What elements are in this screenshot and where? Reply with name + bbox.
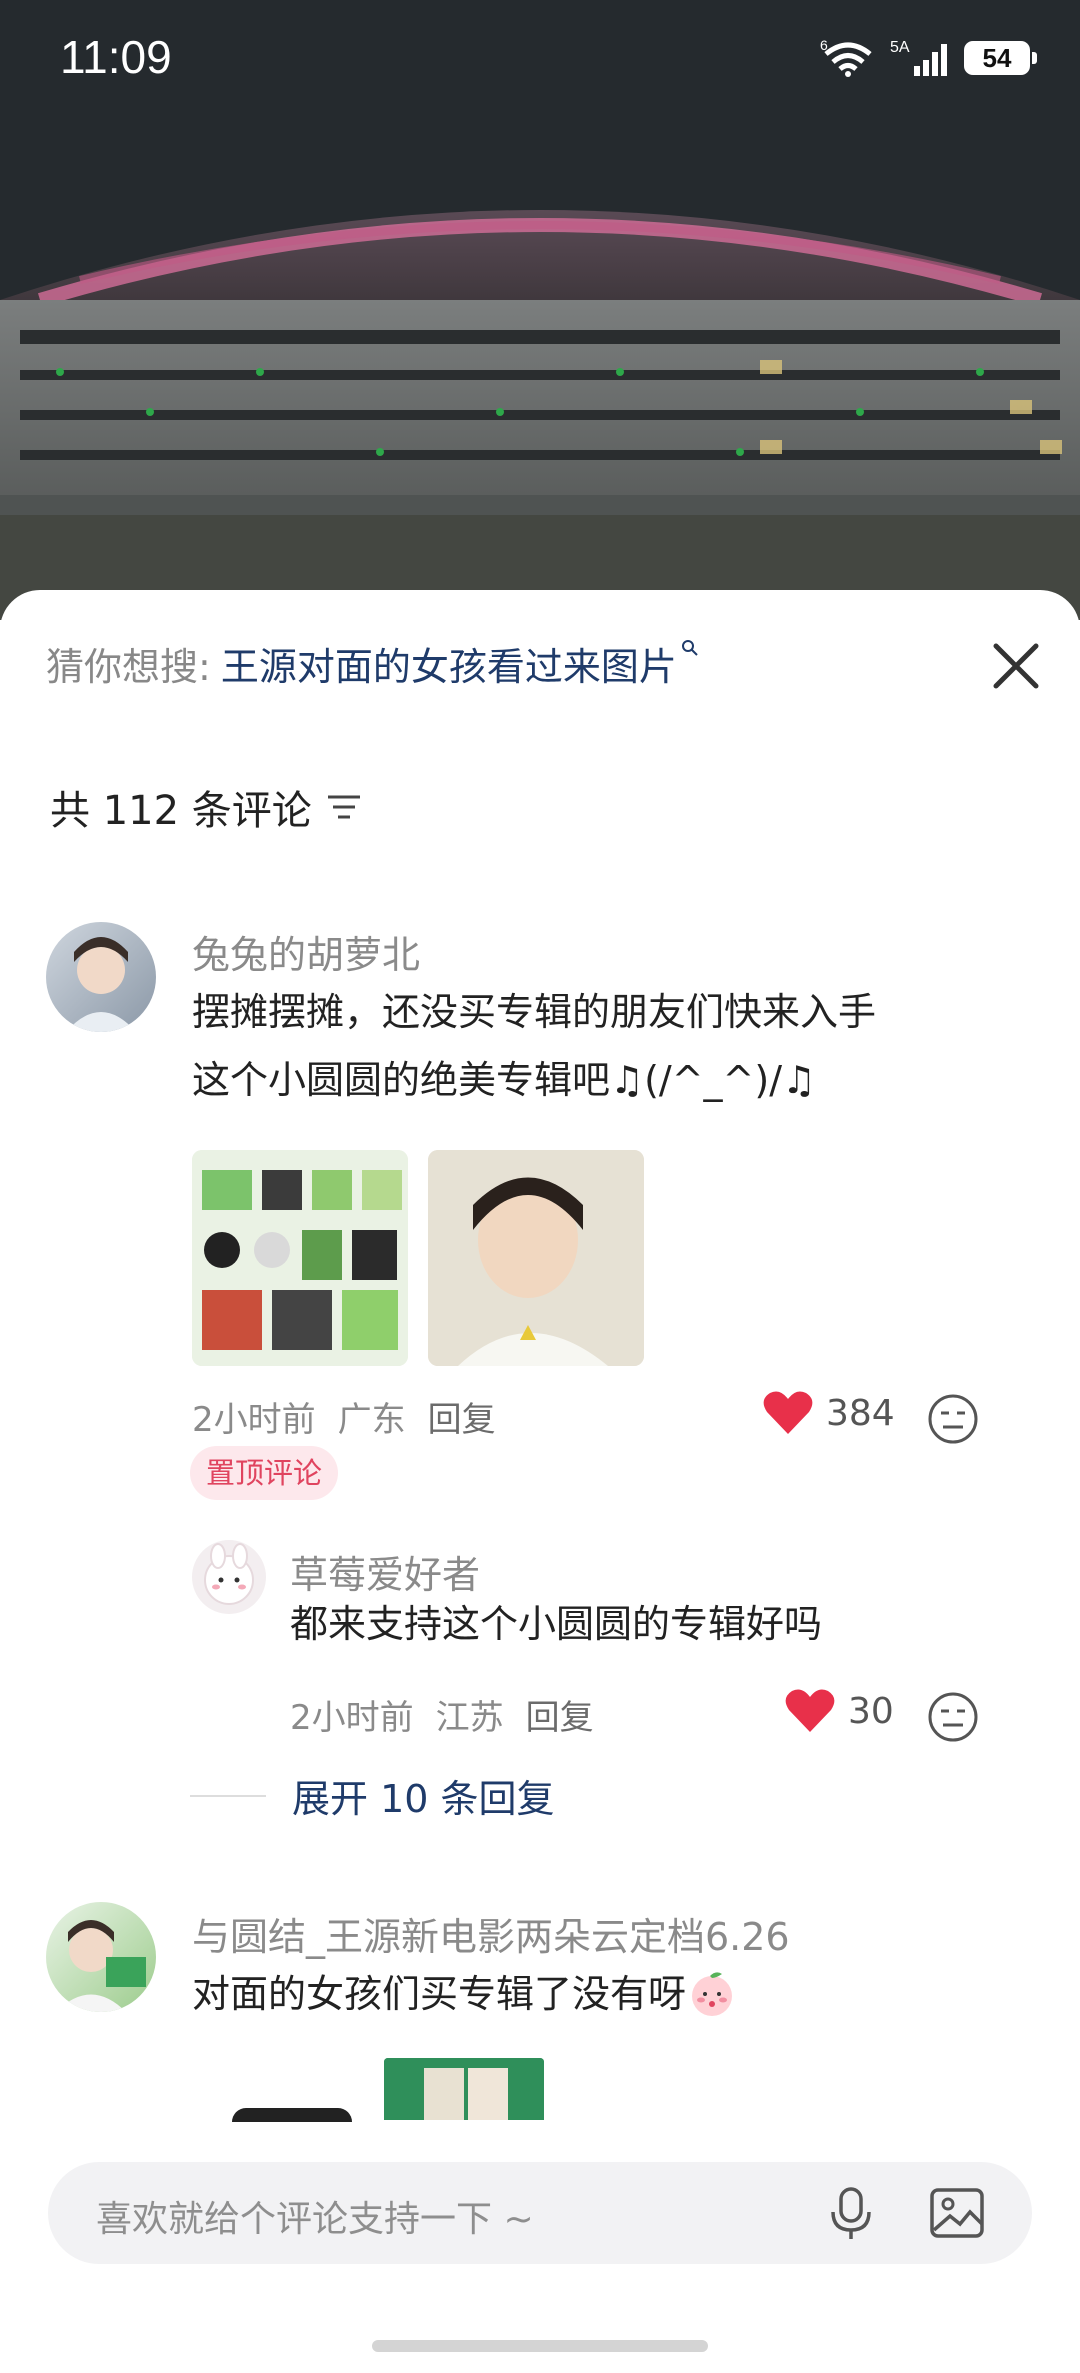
microphone-icon[interactable] xyxy=(822,2184,880,2242)
reply-text: 都来支持这个小圆圆的专辑好吗 xyxy=(290,1602,823,1646)
reply-time: 2小时前 xyxy=(290,1698,414,1738)
user-avatar-image xyxy=(56,1920,146,2012)
reply-region: 江苏 xyxy=(435,1698,504,1738)
home-indicator[interactable] xyxy=(372,2340,708,2352)
comment-text-row: 对面的女孩们买专辑了没有呀 xyxy=(192,1960,738,2028)
expand-replies-label[interactable]: 展开 10 条回复 xyxy=(292,1768,555,1823)
heart-icon xyxy=(763,1391,813,1434)
reply-meta: 2小时前 江苏 回复 xyxy=(290,1690,594,1739)
close-icon[interactable] xyxy=(986,636,1046,696)
dislike-face-icon[interactable] xyxy=(926,1690,980,1744)
avatar[interactable] xyxy=(46,922,156,1032)
status-time: 11:09 xyxy=(60,31,172,83)
like-count: 384 xyxy=(826,1392,895,1434)
sort-icon[interactable] xyxy=(326,792,362,822)
comment-image-photo[interactable] xyxy=(428,1150,644,1366)
wifi-icon: 6 xyxy=(820,38,872,77)
comment-text-line1: 摆摊摆摊，还没买专辑的朋友们快来入手 xyxy=(192,990,877,1034)
battery-indicator: 54 xyxy=(964,41,1037,75)
comment-region: 广东 xyxy=(337,1400,406,1440)
comments-sheet: 猜你想搜: 王源对面的女孩看过来图片 共 112 条评论 兔兔的胡萝北 摆摊摆摊… xyxy=(0,590,1080,2373)
search-icon xyxy=(681,639,698,656)
blushing-peach-emoji-icon xyxy=(692,1972,733,2016)
plush-avatar-image xyxy=(204,1543,254,1605)
comment-image-album[interactable] xyxy=(192,1150,408,1366)
search-suggestion: 猜你想搜: 王源对面的女孩看过来图片 xyxy=(46,636,699,691)
comment-input-placeholder[interactable]: 喜欢就给个评论支持一下 ~ xyxy=(96,2190,534,2242)
expand-replies[interactable]: 展开 10 条回复 xyxy=(190,1768,555,1823)
partial-image-edge xyxy=(232,2108,352,2122)
like-button[interactable]: 30 xyxy=(784,1688,894,1734)
comments-count: 共 112 条评论 xyxy=(50,788,312,834)
avatar[interactable] xyxy=(192,1540,266,1614)
comment-username[interactable]: 兔兔的胡萝北 xyxy=(192,924,420,979)
comment-image-partial[interactable] xyxy=(384,2058,544,2120)
comment-meta: 2小时前 广东 回复 xyxy=(192,1392,496,1441)
like-button[interactable]: 384 xyxy=(762,1390,895,1436)
comments-count-row: 共 112 条评论 xyxy=(50,778,362,836)
album-photo-image xyxy=(384,2058,544,2120)
portrait-photo-image xyxy=(428,1150,644,1366)
comment-text: 对面的女孩们买专辑了没有呀 xyxy=(192,1972,687,2016)
svg-text:6: 6 xyxy=(820,38,828,53)
search-suggestion-label: 猜你想搜: xyxy=(46,645,211,689)
like-count: 30 xyxy=(848,1690,894,1732)
signal-icon: 5A xyxy=(890,39,947,76)
comment-input-bar[interactable]: 喜欢就给个评论支持一下 ~ xyxy=(48,2162,1032,2264)
avatar[interactable] xyxy=(46,1902,156,2012)
pinned-badge: 置顶评论 xyxy=(190,1446,339,1500)
album-collage-image xyxy=(192,1150,408,1366)
comment-time: 2小时前 xyxy=(192,1400,316,1440)
dislike-face-icon[interactable] xyxy=(926,1392,980,1446)
heart-icon xyxy=(785,1689,835,1732)
status-bar: 11:09 6 5A 54 xyxy=(0,0,1080,120)
reply-button[interactable]: 回复 xyxy=(526,1690,594,1739)
comment-username[interactable]: 与圆结_王源新电影两朵云定档6.26 xyxy=(192,1906,790,1961)
reply-button[interactable]: 回复 xyxy=(428,1392,496,1441)
image-icon[interactable] xyxy=(928,2184,986,2242)
svg-text:5A: 5A xyxy=(890,39,910,56)
comment-text-line2: 这个小圆圆的绝美专辑吧♫(/^_^)/♫ xyxy=(192,1058,817,1102)
status-icons: 6 5A 54 xyxy=(820,38,1037,78)
user-avatar-image xyxy=(66,937,136,1032)
search-suggestion-link[interactable]: 王源对面的女孩看过来图片 xyxy=(221,636,677,691)
divider xyxy=(190,1794,266,1797)
